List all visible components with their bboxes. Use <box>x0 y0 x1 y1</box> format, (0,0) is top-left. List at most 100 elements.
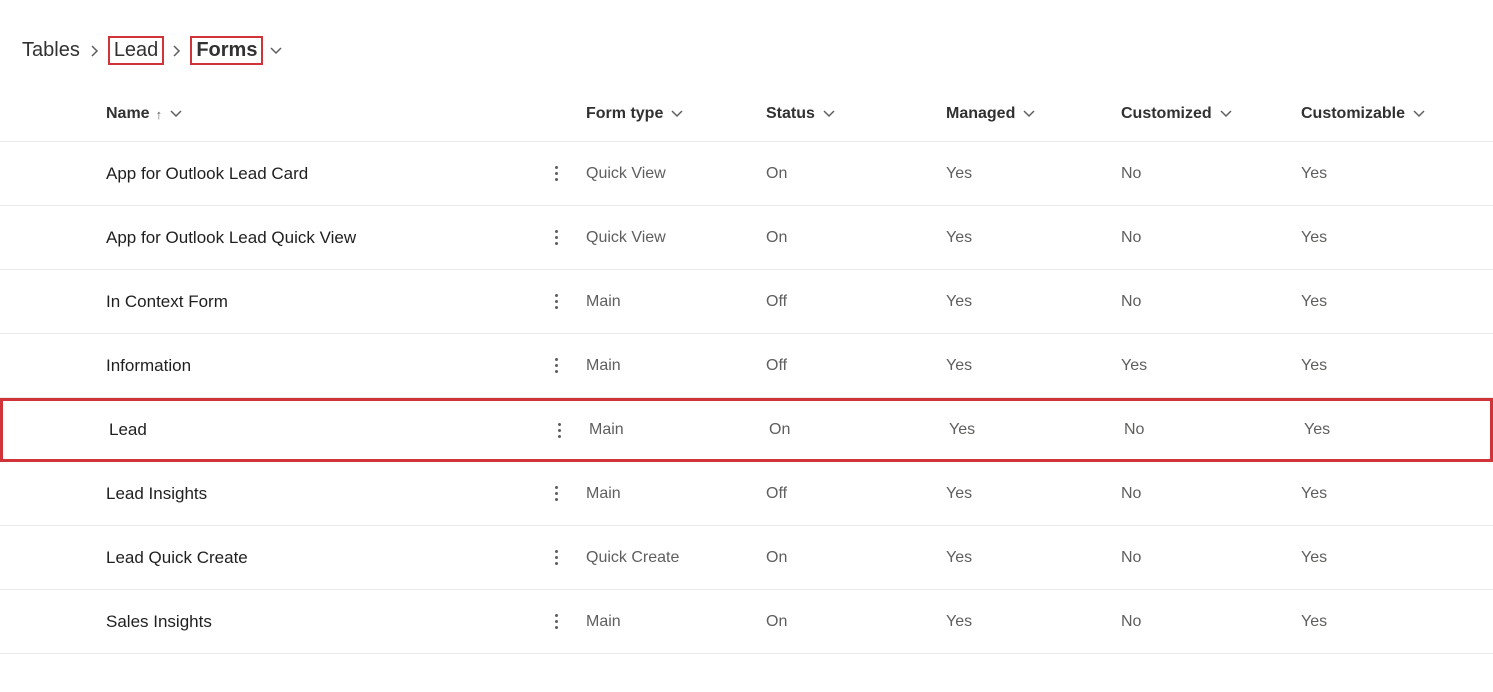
more-vertical-icon <box>555 486 558 489</box>
customizable-cell: Yes <box>1301 613 1327 631</box>
column-header-label: Name <box>106 105 150 123</box>
column-header-managed[interactable]: Managed <box>946 105 1035 123</box>
chevron-down-icon <box>671 105 683 123</box>
table-row[interactable]: In Context Form Main Off Yes No Yes <box>0 270 1493 334</box>
column-header-customizable[interactable]: Customizable <box>1301 105 1425 123</box>
status-cell: On <box>769 421 790 439</box>
breadcrumb-forms[interactable]: Forms <box>190 36 263 65</box>
customized-cell: No <box>1121 165 1141 183</box>
customizable-cell: Yes <box>1301 549 1327 567</box>
more-actions-button[interactable] <box>547 478 566 509</box>
more-actions-button[interactable] <box>547 542 566 573</box>
more-actions-button[interactable] <box>547 286 566 317</box>
form-name[interactable]: App for Outlook Lead Quick View <box>106 228 356 248</box>
form-name[interactable]: Lead Insights <box>106 484 207 504</box>
table-row[interactable]: App for Outlook Lead Card Quick View On … <box>0 142 1493 206</box>
more-actions-button[interactable] <box>550 415 569 446</box>
customizable-cell: Yes <box>1301 357 1327 375</box>
table-header-row: Name ↑ Form type Status <box>0 85 1493 142</box>
breadcrumb: Tables Lead Forms <box>0 0 1493 85</box>
breadcrumb-tables[interactable]: Tables <box>20 39 82 62</box>
more-vertical-icon <box>555 614 558 617</box>
more-vertical-icon <box>555 294 558 297</box>
column-header-label: Form type <box>586 105 663 123</box>
customizable-cell: Yes <box>1301 485 1327 503</box>
form-type-cell: Main <box>589 421 624 439</box>
chevron-down-icon <box>1023 105 1035 123</box>
table-row[interactable]: Sales Insights Main On Yes No Yes <box>0 590 1493 654</box>
status-cell: On <box>766 613 787 631</box>
form-type-cell: Quick Create <box>586 549 679 567</box>
form-name[interactable]: Lead <box>109 420 147 440</box>
column-header-label: Status <box>766 105 815 123</box>
form-type-cell: Main <box>586 357 621 375</box>
forms-table: Name ↑ Form type Status <box>0 85 1493 654</box>
chevron-down-icon <box>170 105 182 123</box>
column-header-label: Customized <box>1121 105 1212 123</box>
managed-cell: Yes <box>949 421 975 439</box>
customized-cell: No <box>1124 421 1144 439</box>
more-vertical-icon <box>555 230 558 233</box>
more-vertical-icon <box>555 358 558 361</box>
table-row[interactable]: Lead Insights Main Off Yes No Yes <box>0 462 1493 526</box>
managed-cell: Yes <box>946 613 972 631</box>
status-cell: Off <box>766 485 787 503</box>
more-actions-button[interactable] <box>547 222 566 253</box>
customized-cell: No <box>1121 613 1141 631</box>
table-row[interactable]: Information Main Off Yes Yes Yes <box>0 334 1493 398</box>
form-name[interactable]: In Context Form <box>106 292 228 312</box>
customized-cell: No <box>1121 229 1141 247</box>
form-type-cell: Main <box>586 613 621 631</box>
customizable-cell: Yes <box>1301 229 1327 247</box>
sort-ascending-icon: ↑ <box>156 108 163 121</box>
customizable-cell: Yes <box>1301 293 1327 311</box>
table-row[interactable]: App for Outlook Lead Quick View Quick Vi… <box>0 206 1493 270</box>
column-header-name[interactable]: Name ↑ <box>106 105 182 123</box>
status-cell: On <box>766 549 787 567</box>
managed-cell: Yes <box>946 485 972 503</box>
managed-cell: Yes <box>946 549 972 567</box>
column-header-status[interactable]: Status <box>766 105 835 123</box>
form-name[interactable]: Information <box>106 356 191 376</box>
status-cell: Off <box>766 293 787 311</box>
table-row[interactable]: Lead Main On Yes No Yes <box>0 398 1493 462</box>
form-type-cell: Main <box>586 485 621 503</box>
customized-cell: Yes <box>1121 357 1147 375</box>
chevron-right-icon <box>172 39 182 62</box>
customizable-cell: Yes <box>1301 165 1327 183</box>
table-row[interactable]: Lead Quick Create Quick Create On Yes No… <box>0 526 1493 590</box>
more-vertical-icon <box>555 550 558 553</box>
chevron-down-icon <box>823 105 835 123</box>
chevron-right-icon <box>90 39 100 62</box>
customized-cell: No <box>1121 293 1141 311</box>
more-actions-button[interactable] <box>547 158 566 189</box>
managed-cell: Yes <box>946 293 972 311</box>
chevron-down-icon[interactable] <box>269 39 283 62</box>
form-type-cell: Quick View <box>586 165 666 183</box>
more-actions-button[interactable] <box>547 606 566 637</box>
managed-cell: Yes <box>946 229 972 247</box>
chevron-down-icon <box>1413 105 1425 123</box>
column-header-customized[interactable]: Customized <box>1121 105 1232 123</box>
column-header-label: Managed <box>946 105 1015 123</box>
status-cell: Off <box>766 357 787 375</box>
column-header-form-type[interactable]: Form type <box>586 105 683 123</box>
form-name[interactable]: App for Outlook Lead Card <box>106 164 308 184</box>
more-actions-button[interactable] <box>547 350 566 381</box>
customizable-cell: Yes <box>1304 421 1330 439</box>
status-cell: On <box>766 229 787 247</box>
more-vertical-icon <box>555 166 558 169</box>
breadcrumb-lead[interactable]: Lead <box>108 36 165 65</box>
chevron-down-icon <box>1220 105 1232 123</box>
form-type-cell: Main <box>586 293 621 311</box>
more-vertical-icon <box>558 423 561 426</box>
form-type-cell: Quick View <box>586 229 666 247</box>
form-name[interactable]: Sales Insights <box>106 612 212 632</box>
managed-cell: Yes <box>946 165 972 183</box>
column-header-label: Customizable <box>1301 105 1405 123</box>
customized-cell: No <box>1121 485 1141 503</box>
customized-cell: No <box>1121 549 1141 567</box>
form-name[interactable]: Lead Quick Create <box>106 548 248 568</box>
managed-cell: Yes <box>946 357 972 375</box>
status-cell: On <box>766 165 787 183</box>
